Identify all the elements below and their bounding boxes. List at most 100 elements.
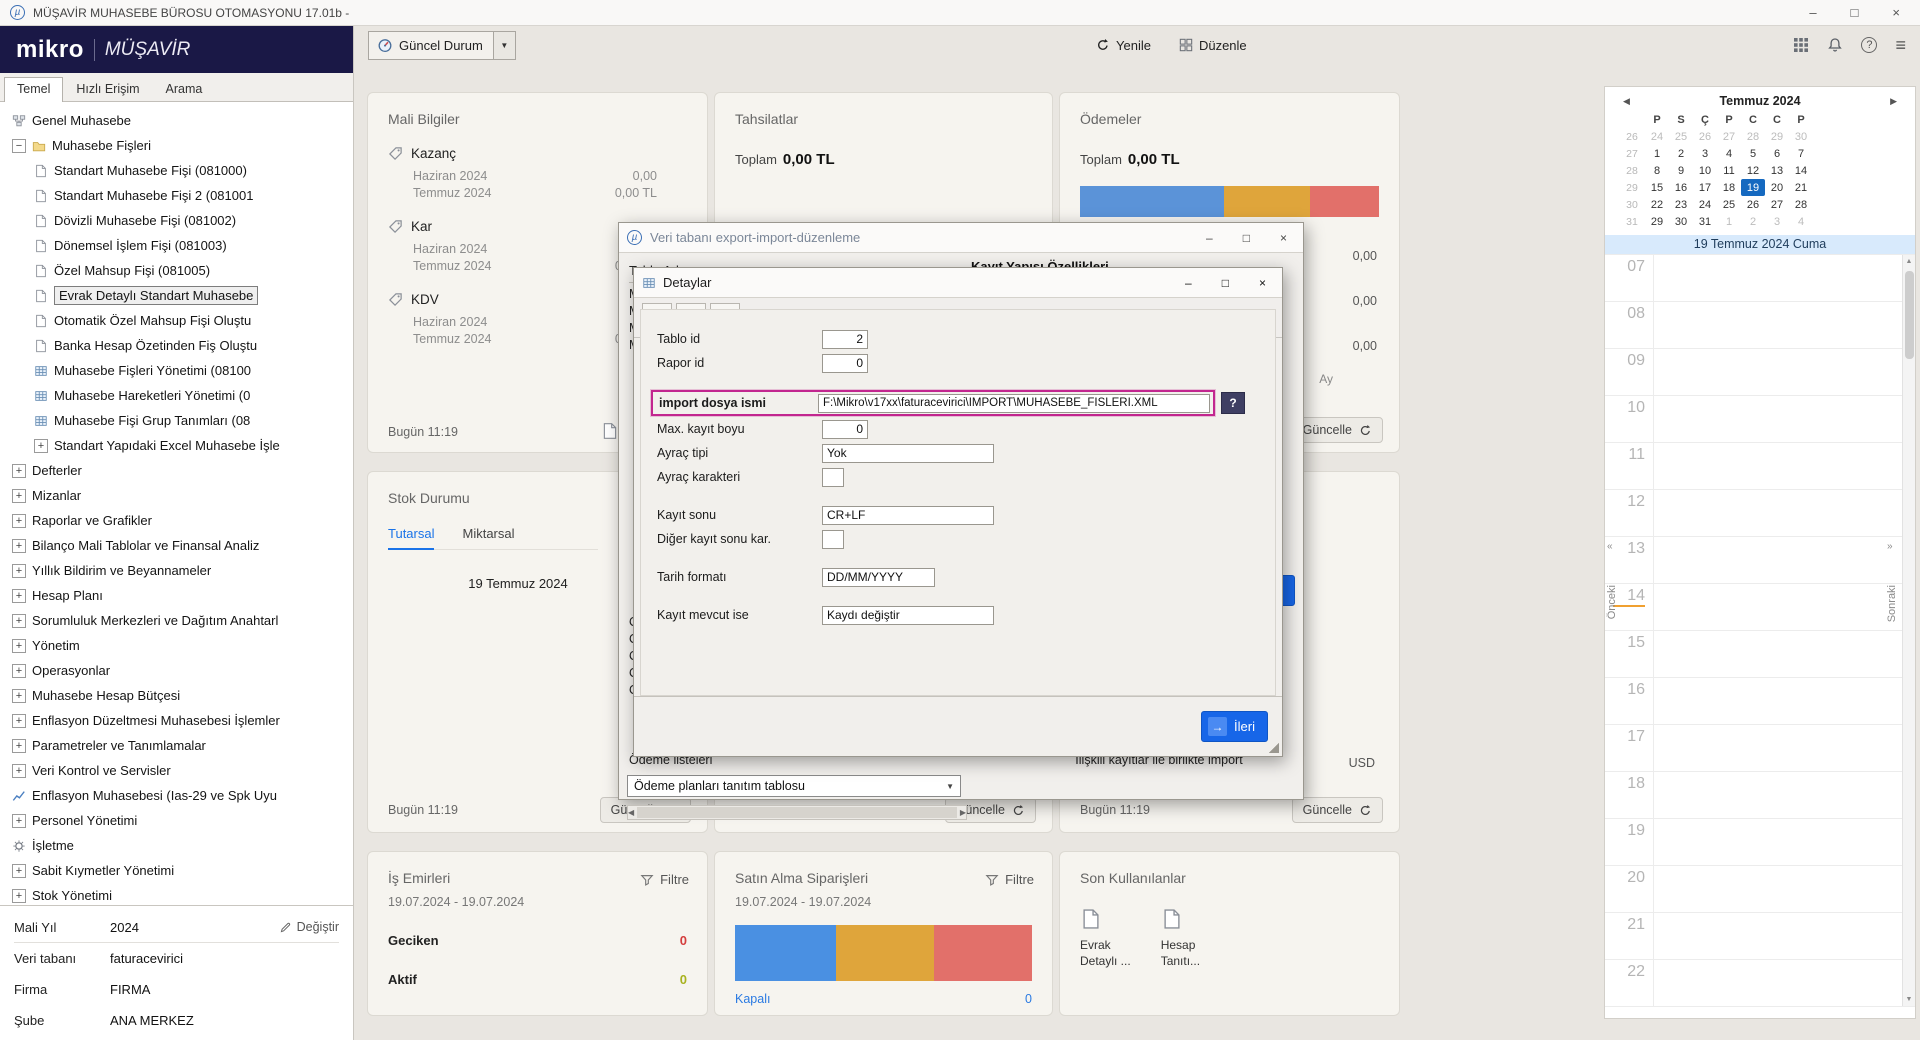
tree-item[interactable]: −Muhasebe Fişleri xyxy=(0,133,353,158)
recent-item[interactable]: Hesap Tanıtı... xyxy=(1161,908,1200,969)
calendar-day[interactable]: 30 xyxy=(1669,213,1693,230)
field-input[interactable]: DD/MM/YYYY xyxy=(822,568,935,587)
filter-button[interactable]: Filtre xyxy=(640,872,689,887)
expand-icon[interactable]: + xyxy=(34,439,48,453)
calendar-day[interactable]: 25 xyxy=(1669,128,1693,145)
resize-grip[interactable] xyxy=(1269,743,1279,753)
field-input[interactable]: F:\Mikro\v17xx\faturacevirici\IMPORT\MUH… xyxy=(818,394,1210,413)
apps-grid-icon[interactable] xyxy=(1793,37,1809,53)
expand-icon[interactable]: + xyxy=(12,714,26,728)
previous-day-rail[interactable]: « Önceki xyxy=(1605,255,1621,1006)
tree-item[interactable]: Standart Muhasebe Fişi (081000) xyxy=(0,158,353,183)
view-selector[interactable]: Güncel Durum ▼ xyxy=(368,31,516,60)
stok-tab-miktarsal[interactable]: Miktarsal xyxy=(462,526,514,549)
hour-slot[interactable]: 09 xyxy=(1605,349,1915,396)
tree-item[interactable]: +Parametreler ve Tanımlamalar xyxy=(0,733,353,758)
expand-icon[interactable]: + xyxy=(12,489,26,503)
calendar-day[interactable]: 24 xyxy=(1693,196,1717,213)
calendar-day[interactable]: 6 xyxy=(1765,145,1789,162)
calendar-day[interactable]: 14 xyxy=(1789,162,1813,179)
sidebar-tab-arama[interactable]: Arama xyxy=(153,77,216,101)
hour-slot[interactable]: 10 xyxy=(1605,396,1915,443)
sidebar-tab-hızlı-erişim[interactable]: Hızlı Erişim xyxy=(63,77,152,101)
close-button[interactable]: × xyxy=(1280,231,1287,245)
hour-slot[interactable]: 07 xyxy=(1605,255,1915,302)
calendar-day[interactable]: 29 xyxy=(1765,128,1789,145)
schedule-scrollbar[interactable]: ▲ ▼ xyxy=(1902,255,1915,1006)
tree-item[interactable]: +Hesap Planı xyxy=(0,583,353,608)
calendar-day[interactable]: 4 xyxy=(1717,145,1741,162)
help-icon[interactable]: ? xyxy=(1861,37,1877,53)
field-input[interactable]: Kaydı değiştir xyxy=(822,606,994,625)
scroll-down-icon[interactable]: ▼ xyxy=(1906,993,1913,1006)
scroll-right-icon[interactable]: ▶ xyxy=(960,808,966,817)
calendar-day[interactable]: 28 xyxy=(1789,196,1813,213)
hour-slot[interactable]: 20 xyxy=(1605,866,1915,913)
calendar-day[interactable]: 4 xyxy=(1789,213,1813,230)
calendar-day[interactable]: 2 xyxy=(1741,213,1765,230)
expand-icon[interactable]: + xyxy=(12,889,26,903)
refresh-card-button[interactable]: Güncelle xyxy=(1292,797,1383,823)
expand-icon[interactable]: + xyxy=(12,689,26,703)
tree-item[interactable]: Genel Muhasebe xyxy=(0,108,353,133)
tree-item[interactable]: +Standart Yapıdaki Excel Muhasebe İşle xyxy=(0,433,353,458)
hour-slot[interactable]: 21 xyxy=(1605,913,1915,960)
hour-slot[interactable]: 14 xyxy=(1605,584,1915,631)
jump-next-icon[interactable]: » xyxy=(1887,541,1893,552)
expand-icon[interactable]: + xyxy=(12,464,26,478)
table-select-dropdown[interactable]: Ödeme planları tanıtım tablosu ▼ xyxy=(627,775,961,797)
tree-item[interactable]: +Sorumluluk Merkezleri ve Dağıtım Anahta… xyxy=(0,608,353,633)
scrollbar-thumb[interactable] xyxy=(1905,271,1914,359)
tree-item[interactable]: Banka Hesap Özetinden Fiş Oluştu xyxy=(0,333,353,358)
next-month-button[interactable]: ▶ xyxy=(1890,96,1897,107)
change-year-button[interactable]: Değiştir xyxy=(279,920,339,934)
hour-slot[interactable]: 12 xyxy=(1605,490,1915,537)
calendar-day[interactable]: 1 xyxy=(1717,213,1741,230)
day-schedule[interactable]: 07080910111213141516171819202122 « Öncek… xyxy=(1605,254,1915,1006)
field-input[interactable] xyxy=(822,468,844,487)
tree-item[interactable]: Otomatik Özel Mahsup Fişi Oluştu xyxy=(0,308,353,333)
expand-icon[interactable]: + xyxy=(12,739,26,753)
tree-item[interactable]: +Yıllık Bildirim ve Beyannameler xyxy=(0,558,353,583)
refresh-button[interactable]: Yenile xyxy=(1096,38,1151,53)
expand-icon[interactable]: + xyxy=(12,614,26,628)
sidebar-tab-temel[interactable]: Temel xyxy=(4,77,63,102)
tree-item[interactable]: +Personel Yönetimi xyxy=(0,808,353,833)
calendar-day[interactable]: 17 xyxy=(1693,179,1717,196)
tree-item[interactable]: Muhasebe Hareketleri Yönetimi (0 xyxy=(0,383,353,408)
tree-item[interactable]: +Defterler xyxy=(0,458,353,483)
expand-icon[interactable]: + xyxy=(12,589,26,603)
expand-icon[interactable]: + xyxy=(12,514,26,528)
calendar-day[interactable]: 27 xyxy=(1717,128,1741,145)
calendar-day[interactable]: 31 xyxy=(1693,213,1717,230)
tree-item[interactable]: Muhasebe Fişleri Yönetimi (08100 xyxy=(0,358,353,383)
next-day-rail[interactable]: » Sonraki xyxy=(1885,255,1901,1006)
expand-icon[interactable]: + xyxy=(12,539,26,553)
calendar-day[interactable]: 22 xyxy=(1645,196,1669,213)
maximize-button[interactable]: □ xyxy=(1851,5,1859,20)
calendar-day[interactable]: 15 xyxy=(1645,179,1669,196)
calendar-day[interactable]: 9 xyxy=(1669,162,1693,179)
jump-prev-icon[interactable]: « xyxy=(1607,541,1613,552)
calendar-day[interactable]: 1 xyxy=(1645,145,1669,162)
edit-layout-button[interactable]: Düzenle xyxy=(1179,38,1247,53)
tree-item[interactable]: +Yönetim xyxy=(0,633,353,658)
tree-item[interactable]: Enflasyon Muhasebesi (Ias-29 ve Spk Uyu xyxy=(0,783,353,808)
hour-slot[interactable]: 08 xyxy=(1605,302,1915,349)
calendar-day[interactable]: 8 xyxy=(1645,162,1669,179)
calendar-day[interactable]: 29 xyxy=(1645,213,1669,230)
expand-icon[interactable]: + xyxy=(12,639,26,653)
field-input[interactable] xyxy=(822,530,844,549)
maximize-button[interactable]: □ xyxy=(1243,231,1250,245)
chevron-down-icon[interactable]: ▼ xyxy=(493,32,515,59)
hour-slot[interactable]: 19 xyxy=(1605,819,1915,866)
tree-item[interactable]: Evrak Detaylı Standart Muhasebe xyxy=(0,283,353,308)
calendar-day[interactable]: 19 xyxy=(1741,179,1765,196)
hour-slot[interactable]: 16 xyxy=(1605,678,1915,725)
tree-item[interactable]: +Sabit Kıymetler Yönetimi xyxy=(0,858,353,883)
minimize-button[interactable]: – xyxy=(1206,231,1213,245)
field-input[interactable]: 0 xyxy=(822,354,868,373)
stok-tab-tutarsal[interactable]: Tutarsal xyxy=(388,526,434,550)
field-input[interactable]: CR+LF xyxy=(822,506,994,525)
tree-item[interactable]: +Stok Yönetimi xyxy=(0,883,353,905)
